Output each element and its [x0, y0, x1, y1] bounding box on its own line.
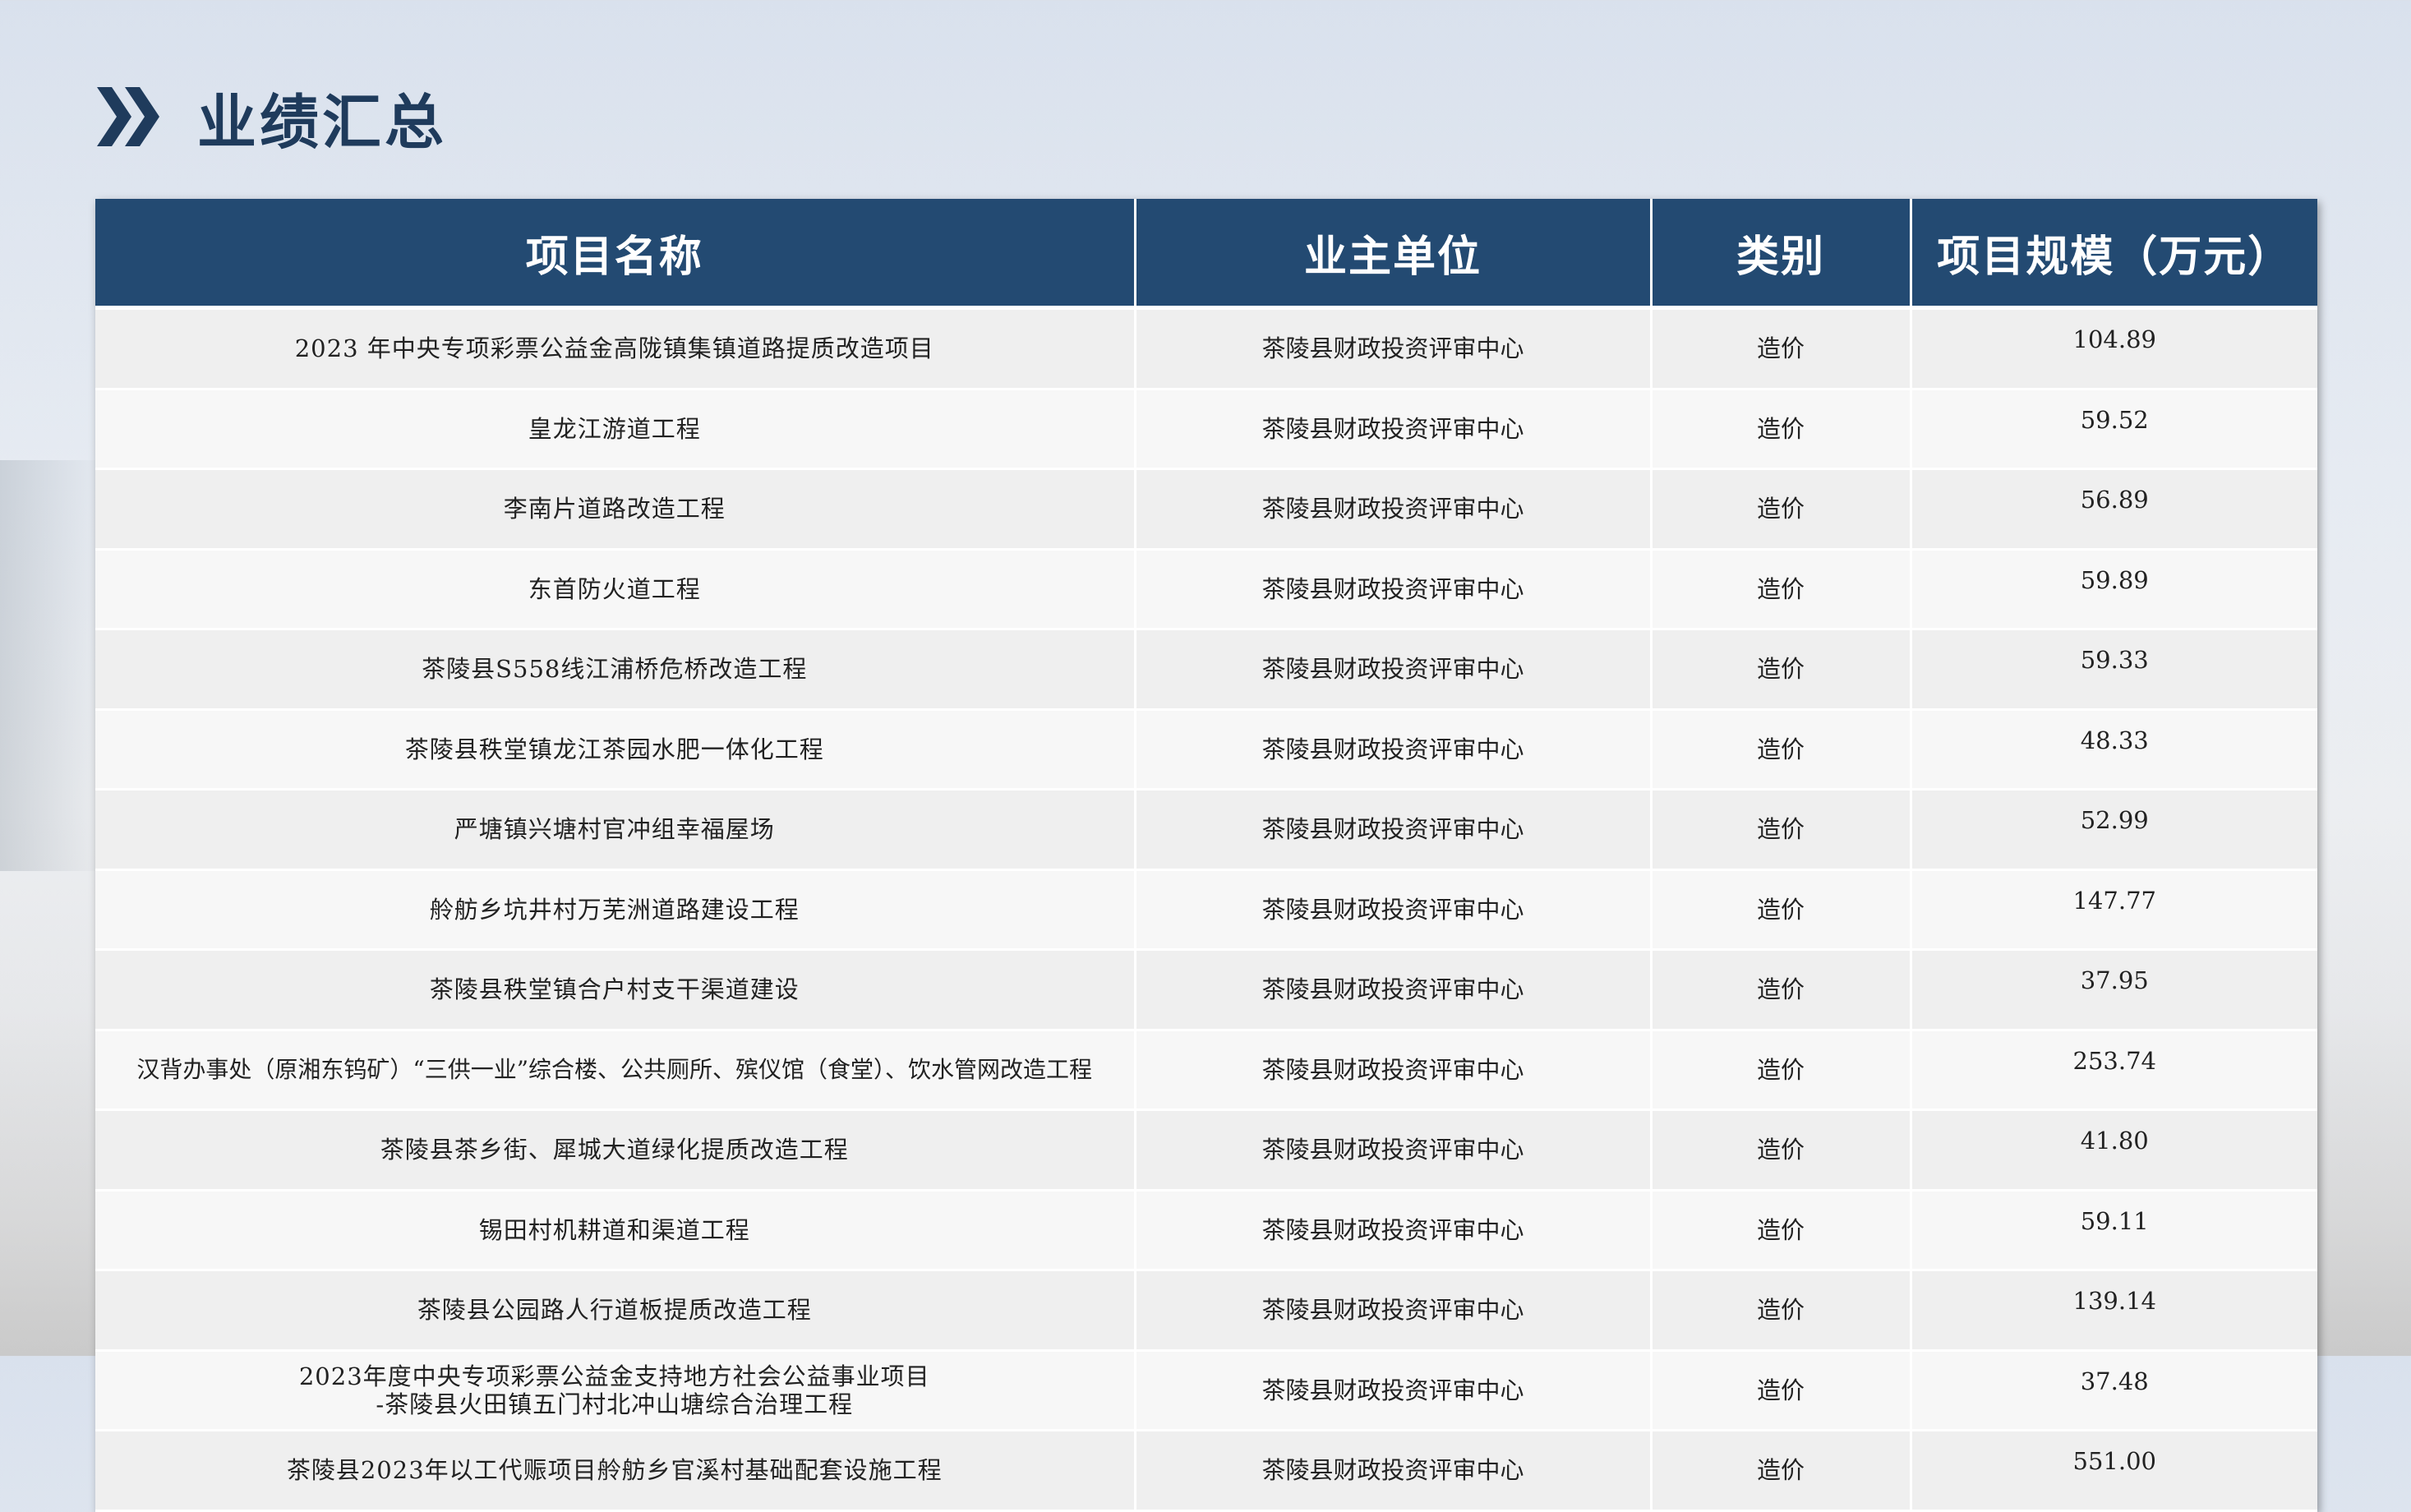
- scale-cell: 56.89: [1911, 468, 2317, 551]
- scale-cell: 37.95: [1911, 949, 2317, 1031]
- scale-cell: 59.33: [1911, 629, 2317, 711]
- scale-cell: 48.33: [1911, 709, 2317, 791]
- project-name-cell: 李南片道路改造工程: [95, 468, 1136, 551]
- owner-cell: 茶陵县财政投资评审中心: [1135, 468, 1653, 551]
- table-row: 茶陵县秩堂镇龙江茶园水肥一体化工程 茶陵县财政投资评审中心 造价 48.33: [95, 709, 2317, 791]
- table-row: 皇龙江游道工程 茶陵县财政投资评审中心 造价 59.52: [95, 389, 2317, 470]
- owner-cell: 茶陵县财政投资评审中心: [1135, 1430, 1653, 1512]
- owner-cell: 茶陵县财政投资评审中心: [1135, 1350, 1653, 1431]
- project-name-cell: 舲舫乡坑井村万芜洲道路建设工程: [95, 869, 1136, 951]
- table-row: 2023 年中央专项彩票公益金高陇镇集镇道路提质改造项目 茶陵县财政投资评审中心…: [95, 307, 2317, 390]
- category-cell: 造价: [1651, 789, 1912, 871]
- project-name-cell: 茶陵县秩堂镇合户村支干渠道建设: [95, 949, 1136, 1031]
- project-name-cell: 2023年度中央专项彩票公益金支持地方社会公益事业项目 -茶陵县火田镇五门村北冲…: [95, 1350, 1136, 1431]
- owner-cell: 茶陵县财政投资评审中心: [1135, 1030, 1653, 1111]
- scale-cell: 37.48: [1911, 1350, 2317, 1431]
- table-row: 茶陵县公园路人行道板提质改造工程 茶陵县财政投资评审中心 造价 139.14: [95, 1270, 2317, 1352]
- table-row: 东首防火道工程 茶陵县财政投资评审中心 造价 59.89: [95, 549, 2317, 630]
- scale-cell: 139.14: [1911, 1270, 2317, 1352]
- category-cell: 造价: [1651, 1109, 1912, 1192]
- owner-cell: 茶陵县财政投资评审中心: [1135, 1270, 1653, 1352]
- table-row: 汉背办事处（原湘东钨矿）“三供一业”综合楼、公共厕所、殡仪馆（食堂）、饮水管网改…: [95, 1030, 2317, 1111]
- scale-cell: 147.77: [1911, 869, 2317, 951]
- scale-cell: 52.99: [1911, 789, 2317, 871]
- column-header-category: 类别: [1651, 199, 1912, 310]
- table-row: 2023年度中央专项彩票公益金支持地方社会公益事业项目 -茶陵县火田镇五门村北冲…: [95, 1350, 2317, 1431]
- page-title: 业绩汇总: [197, 87, 448, 157]
- project-name-line-2: -茶陵县火田镇五门村北冲山塘综合治理工程: [376, 1390, 854, 1418]
- project-name-cell: 茶陵县秩堂镇龙江茶园水肥一体化工程: [95, 709, 1136, 791]
- category-cell: 造价: [1651, 1030, 1912, 1111]
- table-header-row: 项目名称 业主单位 类别 项目规模（万元）: [95, 199, 2317, 310]
- owner-cell: 茶陵县财政投资评审中心: [1135, 789, 1653, 871]
- category-cell: 造价: [1651, 949, 1912, 1031]
- scale-cell: 253.74: [1911, 1030, 2317, 1111]
- table-row: 李南片道路改造工程 茶陵县财政投资评审中心 造价 56.89: [95, 468, 2317, 551]
- owner-cell: 茶陵县财政投资评审中心: [1135, 949, 1653, 1031]
- scale-cell: 59.52: [1911, 389, 2317, 470]
- owner-cell: 茶陵县财政投资评审中心: [1135, 869, 1653, 951]
- project-name-cell: 严塘镇兴塘村官冲组幸福屋场: [95, 789, 1136, 871]
- scale-cell: 551.00: [1911, 1430, 2317, 1512]
- owner-cell: 茶陵县财政投资评审中心: [1135, 1190, 1653, 1271]
- background-shore: [0, 460, 107, 871]
- table-row: 茶陵县秩堂镇合户村支干渠道建设 茶陵县财政投资评审中心 造价 37.95: [95, 949, 2317, 1031]
- category-cell: 造价: [1651, 1270, 1912, 1352]
- project-name-line-1: 2023年度中央专项彩票公益金支持地方社会公益事业项目: [298, 1362, 930, 1390]
- scale-cell: 104.89: [1911, 307, 2317, 390]
- project-name-cell: 皇龙江游道工程: [95, 389, 1136, 470]
- performance-table: 项目名称 业主单位 类别 项目规模（万元） 2023 年中央专项彩票公益金高陇镇…: [95, 199, 2317, 1512]
- owner-cell: 茶陵县财政投资评审中心: [1135, 629, 1653, 711]
- project-name-cell: 东首防火道工程: [95, 549, 1136, 630]
- table-row: 茶陵县2023年以工代赈项目舲舫乡官溪村基础配套设施工程 茶陵县财政投资评审中心…: [95, 1430, 2317, 1512]
- owner-cell: 茶陵县财政投资评审中心: [1135, 1109, 1653, 1192]
- scale-cell: 41.80: [1911, 1109, 2317, 1192]
- project-name-cell: 汉背办事处（原湘东钨矿）“三供一业”综合楼、公共厕所、殡仪馆（食堂）、饮水管网改…: [95, 1030, 1136, 1111]
- scale-cell: 59.11: [1911, 1190, 2317, 1271]
- category-cell: 造价: [1651, 549, 1912, 630]
- table-row: 茶陵县茶乡街、犀城大道绿化提质改造工程 茶陵县财政投资评审中心 造价 41.80: [95, 1109, 2317, 1192]
- table-row: 茶陵县S558线江浦桥危桥改造工程 茶陵县财政投资评审中心 造价 59.33: [95, 629, 2317, 711]
- category-cell: 造价: [1651, 307, 1912, 390]
- project-name-cell: 茶陵县茶乡街、犀城大道绿化提质改造工程: [95, 1109, 1136, 1192]
- category-cell: 造价: [1651, 1350, 1912, 1431]
- table-row: 锡田村机耕道和渠道工程 茶陵县财政投资评审中心 造价 59.11: [95, 1190, 2317, 1271]
- table-row: 严塘镇兴塘村官冲组幸福屋场 茶陵县财政投资评审中心 造价 52.99: [95, 789, 2317, 871]
- category-cell: 造价: [1651, 709, 1912, 791]
- owner-cell: 茶陵县财政投资评审中心: [1135, 389, 1653, 470]
- owner-cell: 茶陵县财政投资评审中心: [1135, 549, 1653, 630]
- owner-cell: 茶陵县财政投资评审中心: [1135, 709, 1653, 791]
- table-row: 舲舫乡坑井村万芜洲道路建设工程 茶陵县财政投资评审中心 造价 147.77: [95, 869, 2317, 951]
- owner-cell: 茶陵县财政投资评审中心: [1135, 307, 1653, 390]
- project-name-cell: 茶陵县公园路人行道板提质改造工程: [95, 1270, 1136, 1352]
- category-cell: 造价: [1651, 869, 1912, 951]
- column-header-scale: 项目规模（万元）: [1911, 199, 2317, 310]
- scale-cell: 59.89: [1911, 549, 2317, 630]
- project-name-cell: 2023 年中央专项彩票公益金高陇镇集镇道路提质改造项目: [95, 307, 1136, 390]
- category-cell: 造价: [1651, 468, 1912, 551]
- category-cell: 造价: [1651, 1190, 1912, 1271]
- project-name-cell: 锡田村机耕道和渠道工程: [95, 1190, 1136, 1271]
- category-cell: 造价: [1651, 389, 1912, 470]
- project-name-cell: 茶陵县S558线江浦桥危桥改造工程: [95, 629, 1136, 711]
- column-header-project-name: 项目名称: [95, 199, 1136, 310]
- column-header-owner: 业主单位: [1135, 199, 1653, 310]
- category-cell: 造价: [1651, 629, 1912, 711]
- project-name-cell: 茶陵县2023年以工代赈项目舲舫乡官溪村基础配套设施工程: [95, 1430, 1136, 1512]
- category-cell: 造价: [1651, 1430, 1912, 1512]
- double-chevron-right-icon: [97, 87, 159, 146]
- page-header: 业绩汇总: [97, 76, 447, 158]
